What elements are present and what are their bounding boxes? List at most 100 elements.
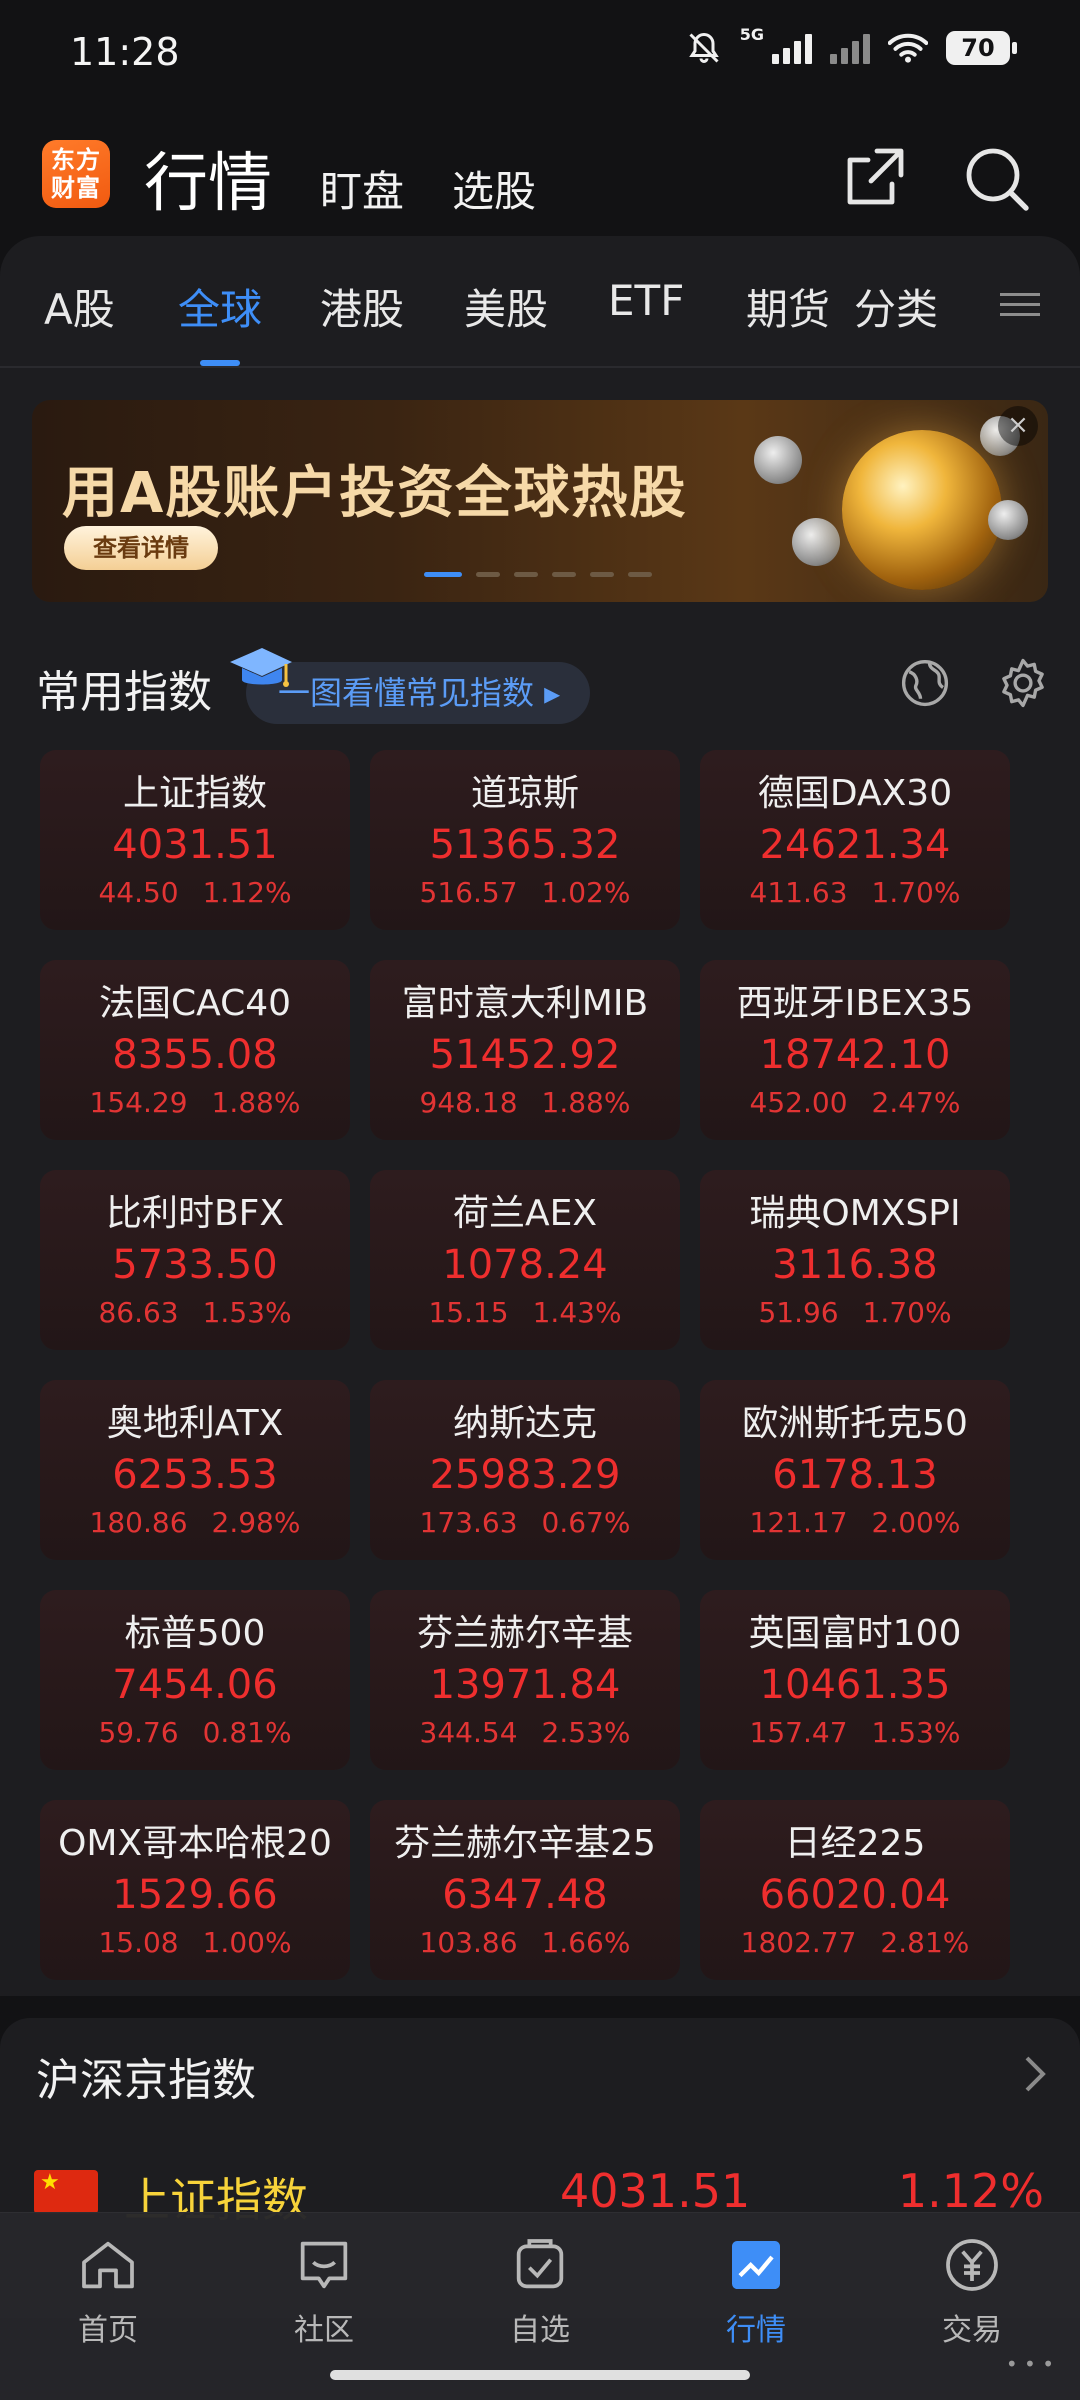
index-card[interactable]: 荷兰AEX 1078.24 15.15 1.43%	[370, 1170, 680, 1350]
index-name: 瑞典OMXSPI	[749, 1193, 961, 1234]
index-price: 18742.10	[759, 1032, 951, 1078]
index-price: 25983.29	[429, 1452, 621, 1498]
tab-global[interactable]: 全球	[178, 276, 262, 366]
menu-icon[interactable]	[1000, 286, 1040, 326]
index-name: 日经225	[784, 1823, 926, 1864]
tab-futures[interactable]: 期货	[746, 276, 830, 366]
nav-trade[interactable]: 交易	[902, 2233, 1042, 2349]
index-name: 欧洲斯托克50	[742, 1403, 968, 1444]
banner-title: 用A股账户投资全球热股	[62, 461, 688, 526]
index-pct: 1.88%	[541, 1086, 631, 1119]
index-price: 51452.92	[429, 1032, 621, 1078]
index-change: 157.47	[749, 1716, 848, 1749]
index-card[interactable]: 芬兰赫尔辛基25 6347.48 103.86 1.66%	[370, 1800, 680, 1980]
index-price: 7454.06	[112, 1662, 278, 1708]
page-title[interactable]: 行情	[144, 132, 272, 224]
index-card[interactable]: 日经225 66020.04 1802.77 2.81%	[700, 1800, 1010, 1980]
index-card[interactable]: 奥地利ATX 6253.53 180.86 2.98%	[40, 1380, 350, 1560]
index-guide-link[interactable]: 一图看懂常见指数 ▸	[246, 662, 590, 724]
index-card[interactable]: 英国富时100 10461.35 157.47 1.53%	[700, 1590, 1010, 1770]
gear-icon[interactable]	[996, 656, 1050, 710]
index-change: 154.29	[89, 1086, 188, 1119]
index-change: 948.18	[419, 1086, 518, 1119]
index-change: 44.50	[98, 876, 179, 909]
index-change: 516.57	[419, 876, 518, 909]
index-name: 法国CAC40	[98, 983, 292, 1024]
banner-details-button[interactable]: 查看详情	[64, 526, 218, 570]
index-price: 6253.53	[112, 1452, 278, 1498]
index-pct: 1.66%	[541, 1926, 631, 1959]
globe-icon[interactable]	[898, 656, 952, 710]
search-icon[interactable]	[960, 142, 1032, 214]
home-icon	[82, 2241, 134, 2289]
row-index-price: 4031.51	[560, 2164, 751, 2218]
index-name: 芬兰赫尔辛基	[416, 1613, 633, 1654]
index-name: 芬兰赫尔辛基25	[394, 1823, 656, 1864]
signal-icon	[772, 32, 812, 64]
promo-banner[interactable]: 用A股账户投资全球热股 查看详情 ×	[32, 400, 1048, 602]
divider	[0, 366, 1080, 368]
index-pct: 0.81%	[202, 1716, 292, 1749]
share-icon[interactable]	[838, 142, 910, 214]
index-name: 德国DAX30	[757, 773, 953, 814]
index-name: 富时意大利MIB	[401, 983, 649, 1024]
gesture-home-bar[interactable]	[330, 2370, 750, 2380]
chevron-right-icon[interactable]	[1020, 2054, 1050, 2094]
index-name: OMX哥本哈根20	[58, 1823, 332, 1864]
nav-home[interactable]: 首页	[38, 2233, 178, 2349]
wifi-icon	[888, 33, 928, 63]
tab-a-shares[interactable]: A股	[44, 276, 115, 366]
index-card[interactable]: 西班牙IBEX35 18742.10 452.00 2.47%	[700, 960, 1010, 1140]
index-price: 4031.51	[112, 822, 278, 868]
index-pct: 1.70%	[862, 1296, 952, 1329]
watchlist-icon	[516, 2239, 564, 2289]
tab-categories[interactable]: 分类	[854, 276, 938, 366]
index-change: 51.96	[758, 1296, 839, 1329]
index-card[interactable]: 欧洲斯托克50 6178.13 121.17 2.00%	[700, 1380, 1010, 1560]
index-name: 英国富时100	[748, 1613, 962, 1654]
tab-hk-shares[interactable]: 港股	[320, 276, 404, 366]
index-change: 103.86	[419, 1926, 518, 1959]
app-logo[interactable]: 东方 财富	[42, 140, 110, 208]
nav-community[interactable]: 社区	[254, 2233, 394, 2349]
index-pct: 1.12%	[202, 876, 292, 909]
tab-etf[interactable]: ETF	[608, 276, 684, 366]
index-card[interactable]: 瑞典OMXSPI 3116.38 51.96 1.70%	[700, 1170, 1010, 1350]
index-card[interactable]: OMX哥本哈根20 1529.66 15.08 1.00%	[40, 1800, 350, 1980]
index-card[interactable]: 比利时BFX 5733.50 86.63 1.53%	[40, 1170, 350, 1350]
index-name: 上证指数	[122, 773, 267, 814]
section-title: 沪深京指数	[36, 2055, 256, 2106]
banner-close-button[interactable]: ×	[998, 406, 1038, 446]
mute-bell-icon	[688, 32, 719, 63]
index-card[interactable]: 道琼斯 51365.32 516.57 1.02%	[370, 750, 680, 930]
index-pct: 1.00%	[202, 1926, 292, 1959]
index-price: 1078.24	[442, 1242, 608, 1288]
nav-market[interactable]: 行情	[686, 2233, 826, 2349]
intel-logo-icon	[792, 518, 840, 566]
index-card[interactable]: 富时意大利MIB 51452.92 948.18 1.88%	[370, 960, 680, 1140]
index-change: 1802.77	[740, 1926, 857, 1959]
index-price: 24621.34	[759, 822, 951, 868]
main-panel: A股 全球 港股 美股 ETF 期货 分类 用A股账户投资全球热股 查看详情 ×…	[0, 236, 1080, 1996]
index-pct: 1.88%	[211, 1086, 301, 1119]
index-card[interactable]: 上证指数 4031.51 44.50 1.12%	[40, 750, 350, 930]
nav-watchlist[interactable]: 自选	[470, 2233, 610, 2349]
index-card[interactable]: 标普500 7454.06 59.76 0.81%	[40, 1590, 350, 1770]
section-title: 常用指数	[36, 667, 212, 718]
index-card[interactable]: 纳斯达克 25983.29 173.63 0.67%	[370, 1380, 680, 1560]
index-card[interactable]: 德国DAX30 24621.34 411.63 1.70%	[700, 750, 1010, 930]
battery-icon: 70	[946, 31, 1017, 65]
index-card[interactable]: 法国CAC40 8355.08 154.29 1.88%	[40, 960, 350, 1140]
index-pct: 2.53%	[541, 1716, 631, 1749]
tab-us-shares[interactable]: 美股	[464, 276, 548, 366]
index-name: 西班牙IBEX35	[736, 983, 974, 1024]
index-card[interactable]: 芬兰赫尔辛基 13971.84 344.54 2.53%	[370, 1590, 680, 1770]
header-tab-screener[interactable]: 选股	[452, 158, 536, 219]
index-change: 180.86	[89, 1506, 188, 1539]
index-pct: 1.43%	[532, 1296, 622, 1329]
header-tab-watch[interactable]: 盯盘	[320, 158, 404, 219]
index-name: 纳斯达克	[452, 1403, 597, 1444]
index-name: 比利时BFX	[105, 1193, 285, 1234]
index-change: 15.08	[98, 1926, 179, 1959]
chip-2-logo-icon	[988, 500, 1028, 540]
